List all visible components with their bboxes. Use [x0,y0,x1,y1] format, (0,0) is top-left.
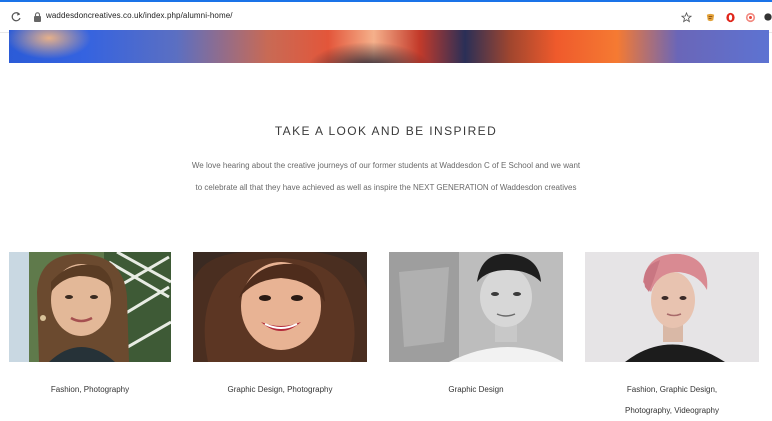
section-title: TAKE A LOOK AND BE INSPIRED [274,124,498,138]
reload-icon[interactable] [10,11,22,23]
alumni-caption: Fashion, Graphic Design, Photography, Vi… [585,379,759,421]
alumni-photo[interactable] [193,252,367,362]
alumni-caption-line: Photography, Videography [625,406,719,415]
hero-banner-image [9,30,769,63]
alumni-card[interactable]: Graphic Design, Photography [193,252,367,412]
alumni-card[interactable]: Fashion, Photography [9,252,171,412]
alumni-photo[interactable] [585,252,759,362]
alumni-card[interactable]: Graphic Design [389,252,563,412]
profile-icon[interactable] [764,11,772,23]
extension-icon[interactable] [704,11,716,23]
url-field[interactable]: waddesdoncreatives.co.uk/index.php/alumn… [46,11,233,20]
alumni-card[interactable]: Fashion, Graphic Design, Photography, Vi… [585,252,759,415]
alumni-photo[interactable] [389,252,563,362]
alumni-caption: Graphic Design [448,385,504,394]
alumni-caption: Graphic Design, Photography [227,385,333,394]
intro-text-line-1: We love hearing about the creative journ… [191,161,581,170]
target-icon[interactable] [744,11,756,23]
opera-icon[interactable] [724,11,736,23]
lock-icon[interactable] [33,12,42,22]
alumni-caption: Fashion, Photography [50,385,130,394]
alumni-photo[interactable] [9,252,171,362]
alumni-caption-line: Fashion, Graphic Design, [626,385,718,394]
intro-text-line-2: to celebrate all that they have achieved… [195,183,577,192]
browser-toolbar [674,8,772,26]
browser-address-bar: waddesdoncreatives.co.uk/index.php/alumn… [0,2,772,33]
star-icon[interactable] [680,11,692,23]
